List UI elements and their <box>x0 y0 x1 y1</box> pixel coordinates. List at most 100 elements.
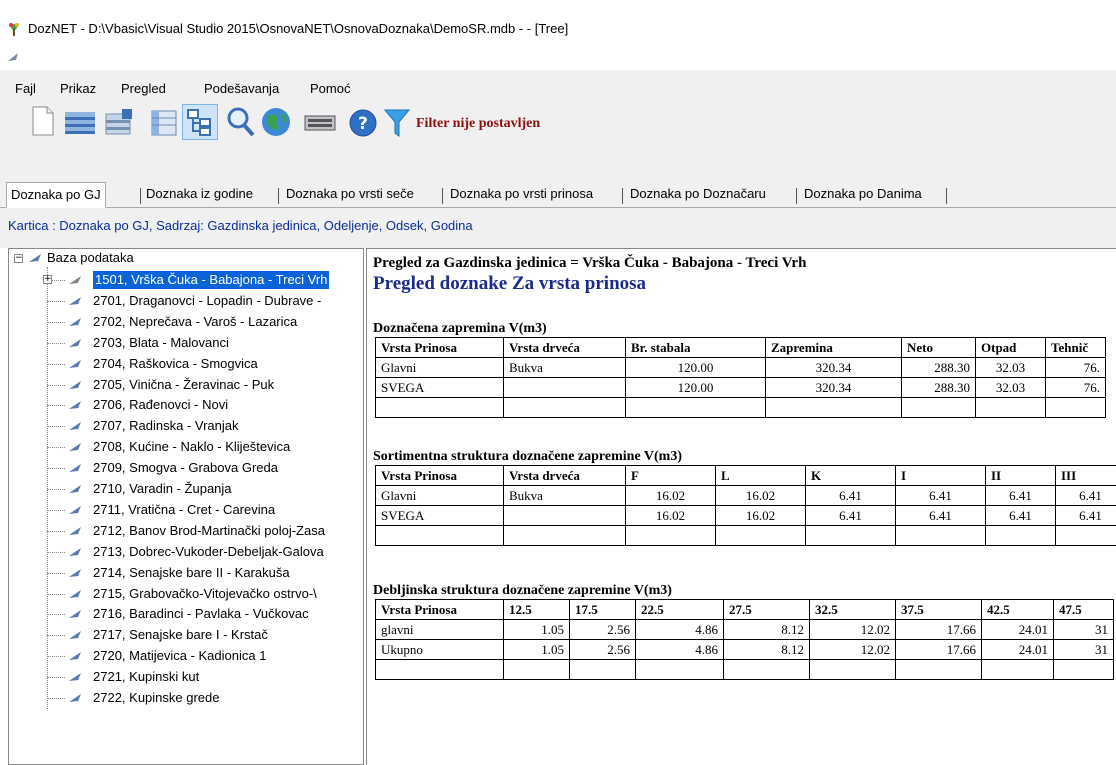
tree-connector <box>47 468 65 470</box>
search-icon[interactable] <box>226 106 256 138</box>
node-icon <box>69 443 81 452</box>
table-cell: 6.41 <box>1055 485 1116 506</box>
node-icon <box>69 485 81 493</box>
database-icon <box>29 254 41 262</box>
tree-node[interactable]: 2710, Varadin - Županja <box>9 479 363 499</box>
tree-node[interactable]: 2722, Kupinske grede <box>9 688 363 708</box>
column-header: Vrsta Prinosa <box>375 337 504 358</box>
globe-icon[interactable] <box>260 106 292 138</box>
table-view-icon[interactable] <box>150 108 180 138</box>
tab-separator <box>622 188 623 204</box>
tree-node[interactable]: 2705, Vinična - Žeravinac - Puk <box>9 375 363 395</box>
tree-node[interactable]: 2717, Senajske bare I - Krstač <box>9 625 363 645</box>
table-cell: 6.41 <box>985 505 1056 526</box>
tab-strip: Doznaka po GJ Doznaka iz godine Doznaka … <box>0 182 1116 208</box>
table-cell: Glavni <box>375 357 504 378</box>
column-header: 42.5 <box>981 599 1054 620</box>
tab-doznaka-po-vrsti-sece[interactable]: Doznaka po vrsti seče <box>286 186 414 201</box>
table-cell <box>981 659 1054 680</box>
table-cell: Bukva <box>503 357 626 378</box>
help-icon[interactable]: ? <box>348 108 378 138</box>
table-cell: 6.41 <box>985 485 1056 506</box>
tab-separator <box>796 188 797 204</box>
column-header: 47.5 <box>1053 599 1114 620</box>
tree-node[interactable]: 2706, Rađenovci - Novi <box>9 395 363 415</box>
tab-doznaka-po-vrsti-prinosa[interactable]: Doznaka po vrsti prinosa <box>450 186 593 201</box>
report-panel[interactable]: Pregled za Gazdinska jedinica = Vrška Ču… <box>366 248 1116 765</box>
tree-node[interactable]: 2701, Draganovci - Lopadin - Dubrave - <box>9 291 363 311</box>
tree-connector <box>47 614 65 616</box>
tree-view-button[interactable] <box>182 104 218 140</box>
table-row: Ukupno 1.05 2.56 4.86 8.12 12.02 17.66 24.01 31 <box>375 639 1114 660</box>
tree-node[interactable]: 2708, Kućine - Naklo - Kliještevica <box>9 437 363 457</box>
tree-node[interactable]: 2707, Radinska - Vranjak <box>9 416 363 436</box>
menu-fajl[interactable]: Fajl <box>15 81 36 96</box>
section-sortimentna-struktura-title: Sortimentna struktura doznačene zapremin… <box>373 449 683 464</box>
tree-node[interactable]: 2703, Blata - Malovanci <box>9 333 363 353</box>
tree-node-label: 2702, Neprečava - Varoš - Lazarica <box>93 313 298 329</box>
tree-connector <box>47 447 65 449</box>
tree-node[interactable]: +1501, Vrška Čuka - Babajona - Treci Vrh <box>9 270 363 290</box>
table-cell: 76. <box>1045 357 1106 378</box>
tree-node[interactable]: 2716, Baradinci - Pavlaka - Vučkovac <box>9 604 363 624</box>
table-cell: 16.02 <box>625 505 716 526</box>
tree-node[interactable]: 2713, Dobrec-Vukoder-Debeljak-Galova <box>9 542 363 562</box>
tab-doznaka-iz-godine[interactable]: Doznaka iz godine <box>146 186 253 201</box>
tree-node-label: 2709, Smogva - Grabova Greda <box>93 460 278 476</box>
tree-node-label: 2717, Senajske bare I - Krstač <box>93 627 268 643</box>
tree-node[interactable]: 2721, Kupinski kut <box>9 667 363 687</box>
node-icon <box>69 547 81 556</box>
tree-node[interactable]: 2704, Raškovica - Smogvica <box>9 354 363 374</box>
tab-separator <box>442 188 443 204</box>
table-cell: 120.00 <box>625 357 766 378</box>
menu-pomoc[interactable]: Pomoć <box>310 81 350 96</box>
tab-doznaka-po-doznacaru[interactable]: Doznaka po Doznačaru <box>630 186 766 201</box>
table-cell: SVEGA <box>375 377 504 398</box>
menu-pregled[interactable]: Pregled <box>121 81 166 96</box>
svg-text:?: ? <box>358 114 368 134</box>
keyboard-icon[interactable] <box>304 108 336 138</box>
add-records-icon[interactable] <box>104 108 134 138</box>
tab-doznaka-po-gj[interactable]: Doznaka po GJ <box>6 182 106 208</box>
tree-node[interactable]: 2702, Neprečava - Varoš - Lazarica <box>9 312 363 332</box>
tree-node[interactable]: 2709, Smogva - Grabova Greda <box>9 458 363 478</box>
table-cell: 32.03 <box>975 357 1046 378</box>
new-file-icon[interactable] <box>30 106 56 136</box>
tree-node[interactable]: 2720, Matijevica - Kadionica 1 <box>9 646 363 666</box>
column-header: 32.5 <box>809 599 896 620</box>
list-view-icon[interactable] <box>64 108 96 138</box>
filter-icon[interactable] <box>384 108 410 138</box>
node-icon <box>69 631 81 640</box>
tree-root-label[interactable]: Baza podataka <box>47 250 134 265</box>
table-cell: 16.02 <box>715 505 806 526</box>
table-cell <box>1045 397 1106 418</box>
tab-doznaka-po-danima[interactable]: Doznaka po Danima <box>804 186 922 201</box>
menu-podesavanja[interactable]: Podešavanja <box>204 81 279 96</box>
tree-node-label: 2715, Grabovačko-Vitojevačko ostrvo-\ <box>93 585 317 601</box>
menu-prikaz[interactable]: Prikaz <box>60 81 96 96</box>
tree-node-label: 2707, Radinska - Vranjak <box>93 418 239 434</box>
table-cell: 2.56 <box>569 639 636 660</box>
tree-connector <box>47 509 65 511</box>
column-header: Neto <box>901 337 976 358</box>
table-cell: 6.41 <box>805 505 896 526</box>
window-title: DozNET - D:\Vbasic\Visual Studio 2015\Os… <box>28 21 569 36</box>
table-cell: 6.41 <box>805 485 896 506</box>
node-icon <box>69 380 81 389</box>
mdi-child-icon <box>8 53 18 61</box>
collapse-toggle[interactable]: − <box>14 254 23 263</box>
tree-view-icon <box>187 109 211 136</box>
tree-connector <box>47 363 65 365</box>
tree-node-label: 2720, Matijevica - Kadionica 1 <box>93 648 267 664</box>
expand-toggle[interactable]: + <box>43 275 52 284</box>
node-icon <box>69 401 81 410</box>
tree-node[interactable]: 2712, Banov Brod-Martinački poloj-Zasa <box>9 521 363 541</box>
table-row: Glavni Bukva 16.02 16.02 6.41 6.41 6.41 6.41 <box>375 485 1116 506</box>
tree-node[interactable]: 2715, Grabovačko-Vitojevačko ostrvo-\ <box>9 584 363 604</box>
tree-connector <box>47 384 65 386</box>
table-cell: 4.86 <box>635 639 724 660</box>
table-cell <box>503 377 626 398</box>
tree-panel[interactable]: − Baza podataka +1501, Vrška Čuka - Baba… <box>8 248 364 765</box>
tree-node[interactable]: 2714, Senajske bare II - Karakuša <box>9 563 363 583</box>
tree-node[interactable]: 2711, Vratična - Cret - Carevina <box>9 500 363 520</box>
